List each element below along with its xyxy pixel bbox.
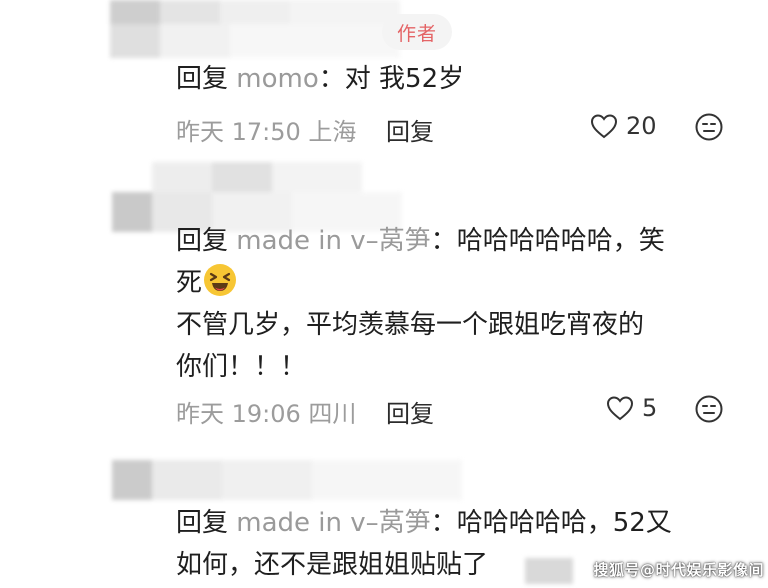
comment-meta: 昨天 19:06 四川 回复 5 (176, 394, 724, 428)
reply-button[interactable]: 回复 (386, 112, 434, 147)
reply-target-username[interactable]: made in v–莴笋 (236, 226, 430, 256)
like-button[interactable]: 5 (606, 394, 657, 422)
comment-time-location: 昨天 17:50 上海 (176, 118, 357, 146)
reply-target-username[interactable]: momo (236, 64, 318, 94)
laughing-squint-emoji-icon (204, 264, 237, 296)
comment-meta: 昨天 17:50 上海 回复 20 (176, 112, 724, 146)
comment-text-line: 哈哈哈哈哈，52又 (456, 508, 672, 538)
heart-outline-icon (590, 114, 618, 139)
comment-text-line: 死 (176, 268, 203, 298)
reply-prefix: 回复 (176, 64, 229, 94)
meh-face-icon[interactable] (694, 394, 724, 424)
comment-item: 作者 回复 momo：对 我52岁 昨天 17:50 上海 回复 20 (0, 0, 768, 160)
comment-text-line: 不管几岁，平均羡慕每一个跟姐吃宵夜的 (176, 310, 645, 340)
comment-body: 回复 momo：对 我52岁 (176, 58, 722, 100)
reply-button[interactable]: 回复 (386, 394, 434, 429)
comment-text: 对 我52岁 (344, 64, 465, 94)
like-count: 20 (626, 112, 657, 140)
reply-prefix: 回复 (176, 508, 229, 538)
author-badge: 作者 (382, 14, 452, 50)
meh-face-icon[interactable] (694, 112, 724, 142)
comment-text-line: 如何，还不是跟姐姐贴贴了 (176, 550, 489, 580)
colon: ： (318, 64, 345, 94)
colon: ： (430, 508, 457, 538)
like-button[interactable]: 20 (590, 112, 657, 140)
comment-body: 回复 made in v–莴笋：哈哈哈哈哈哈，笑 死 不管几岁，平均羡慕每一个跟… (176, 220, 722, 388)
blurred-glyph (525, 558, 573, 584)
comment-item: 回复 made in v–莴笋：哈哈哈哈哈哈，笑 死 不管几岁，平均羡慕每一个跟… (0, 156, 768, 446)
comment-text-line: 你们！！！ (176, 352, 307, 382)
like-count: 5 (642, 394, 658, 422)
comment-time-location: 昨天 19:06 四川 (176, 400, 357, 428)
blurred-user-header (110, 0, 400, 58)
reply-target-username[interactable]: made in v–莴笋 (236, 508, 430, 538)
colon: ： (430, 226, 457, 256)
blurred-user-header (112, 460, 462, 500)
reply-prefix: 回复 (176, 226, 229, 256)
heart-outline-icon (606, 396, 634, 421)
comment-thread: 作者 回复 momo：对 我52岁 昨天 17:50 上海 回复 20 回复 m… (0, 0, 768, 588)
comment-text-line: 哈哈哈哈哈哈，笑 (456, 226, 665, 256)
source-watermark: 搜狐号@时代娱乐影像间 (593, 561, 764, 579)
